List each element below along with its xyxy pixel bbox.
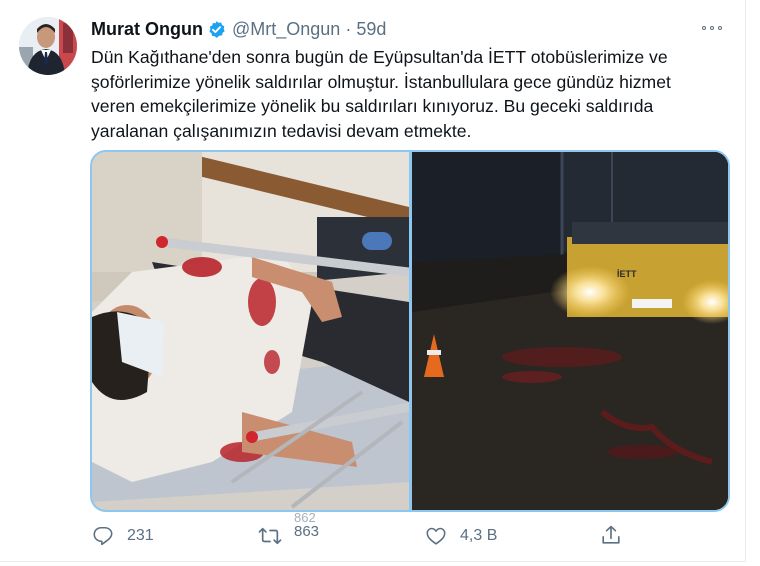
- retweet-button[interactable]: [258, 525, 282, 547]
- like-button[interactable]: 4,3 B: [425, 525, 497, 547]
- share-icon: [602, 525, 620, 544]
- tweet-text-line: veren emekçilerimize yönelik bu saldırıl…: [91, 96, 654, 116]
- retweet-count-previous: 862: [294, 513, 316, 522]
- like-count: 4,3 B: [460, 527, 498, 544]
- tweet-timestamp[interactable]: 59d: [356, 19, 386, 40]
- reply-count: 231: [127, 527, 154, 544]
- retweet-icon: [258, 527, 282, 545]
- retweet-count-current: 863: [294, 523, 320, 540]
- separator-dot: ·: [345, 18, 352, 39]
- avatar[interactable]: [19, 17, 77, 75]
- tweet-text-line: yaralanan çalışanımızın tedavisi devam e…: [91, 120, 472, 141]
- author-name[interactable]: Murat Ongun: [91, 19, 203, 40]
- tweet-text: Dün Kağıthane'den sonra bugün de Eyüpsul…: [91, 45, 731, 143]
- reply-button[interactable]: 231: [92, 525, 154, 547]
- avatar-photo: [19, 17, 77, 75]
- verified-badge-icon: [207, 20, 226, 39]
- media-photo-bus-night[interactable]: İETT: [412, 152, 728, 510]
- tweet-text-line: Dün Kağıthane'den sonra bugün de Eyüpsul…: [91, 47, 668, 67]
- tweet-media[interactable]: İETT: [90, 150, 730, 512]
- heart-icon: [426, 527, 446, 545]
- author-handle[interactable]: @Mrt_Ongun: [232, 19, 340, 40]
- reply-icon: [93, 526, 113, 546]
- share-button[interactable]: [600, 524, 622, 546]
- tweet-card[interactable]: Murat Ongun @Mrt_Ongun · 59d Dün Kağıtha…: [0, 0, 746, 562]
- tweet-header: Murat Ongun @Mrt_Ongun · 59d: [91, 17, 386, 41]
- more-dots-icon[interactable]: [698, 18, 726, 38]
- tweet-text-line: şoförlerimize yönelik saldırılar olmuştu…: [91, 71, 671, 92]
- media-photo-stretcher[interactable]: [92, 152, 409, 510]
- retweet-count: 862 863: [294, 513, 319, 541]
